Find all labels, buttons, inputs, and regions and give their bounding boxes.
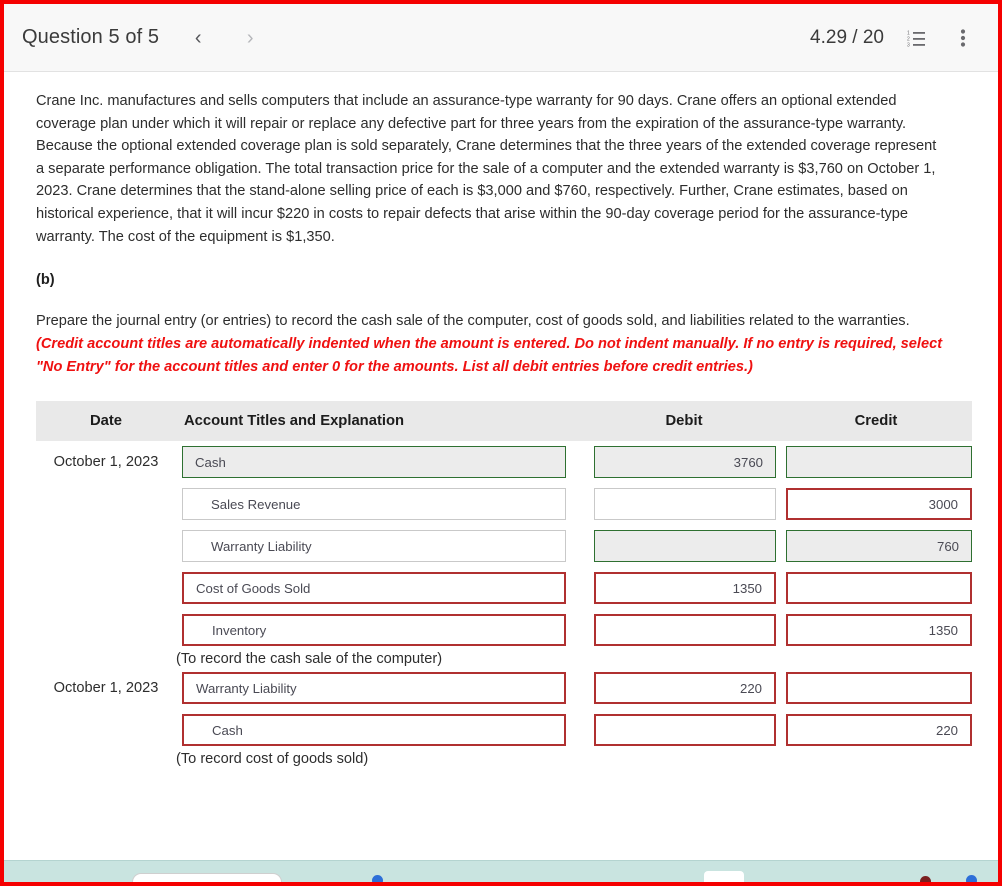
score-display: 4.29 / 20 <box>810 26 884 48</box>
journal-note-row: (To record the cash sale of the computer… <box>36 651 972 667</box>
credit-input[interactable] <box>786 446 972 479</box>
debit-input[interactable] <box>594 614 776 647</box>
credit-cell: 1350 <box>780 609 972 651</box>
requirement-instruction: (Credit account titles are automatically… <box>36 336 943 376</box>
account-title-select[interactable]: Warranty Liability <box>182 672 566 705</box>
entry-date <box>36 567 176 609</box>
debit-cell: 220 <box>588 667 780 709</box>
credit-cell <box>780 567 972 609</box>
strip-dot-maroon <box>920 876 931 882</box>
journal-table-head: Date Account Titles and Explanation Debi… <box>36 401 972 442</box>
debit-cell <box>588 709 780 751</box>
debit-cell <box>588 609 780 651</box>
credit-input[interactable]: 1350 <box>786 614 972 647</box>
account-title-select[interactable]: Inventory <box>182 614 566 647</box>
debit-cell <box>588 525 780 567</box>
journal-entry-row: Sales Revenue 3000 <box>36 483 972 525</box>
credit-cell: 3000 <box>780 483 972 525</box>
account-title-select[interactable]: Cost of Goods Sold <box>182 572 566 605</box>
journal-entry-row: October 1, 2023 Warranty Liability 220 <box>36 667 972 709</box>
entry-date <box>36 525 176 567</box>
account-cell: Cost of Goods Sold <box>176 567 588 609</box>
column-header-account: Account Titles and Explanation <box>176 401 588 442</box>
account-title-select[interactable]: Cash <box>182 446 566 479</box>
question-content: Crane Inc. manufactures and sells comput… <box>4 72 972 767</box>
column-header-date: Date <box>36 401 176 442</box>
strip-dot-blue-2 <box>966 875 977 882</box>
debit-input[interactable]: 3760 <box>594 446 776 479</box>
account-cell: Warranty Liability <box>176 667 588 709</box>
more-vertical-icon[interactable] <box>950 25 976 51</box>
header-right-group: 4.29 / 20 1 2 3 <box>810 25 976 51</box>
question-page: Question 5 of 5 ‹ › 4.29 / 20 1 2 3 Cran… <box>0 0 1002 886</box>
journal-entry-row: Warranty Liability 760 <box>36 525 972 567</box>
next-question-button[interactable]: › <box>233 21 267 55</box>
requirement-text: Prepare the journal entry (or entries) t… <box>36 310 944 379</box>
account-title-select[interactable]: Warranty Liability <box>182 530 566 563</box>
journal-entry-row: Inventory 1350 <box>36 609 972 651</box>
journal-entry-row: Cash 220 <box>36 709 972 751</box>
journal-entry-row: October 1, 2023 Cash 3760 <box>36 441 972 483</box>
credit-input[interactable]: 3000 <box>786 488 972 521</box>
bottom-overlay-strip <box>4 860 998 882</box>
note-date-spacer <box>36 651 176 667</box>
account-cell: Inventory <box>176 609 588 651</box>
entry-date <box>36 483 176 525</box>
entry-date: October 1, 2023 <box>53 680 159 697</box>
account-cell: Cash <box>176 441 588 483</box>
credit-input[interactable] <box>786 672 972 705</box>
journal-note: (To record cost of goods sold) <box>176 751 369 768</box>
debit-cell <box>588 483 780 525</box>
debit-input[interactable]: 1350 <box>594 572 776 605</box>
question-content-scroll[interactable]: Crane Inc. manufactures and sells comput… <box>4 72 998 882</box>
journal-note-row: (To record cost of goods sold) <box>36 751 972 767</box>
debit-cell: 3760 <box>588 441 780 483</box>
journal-entry-row: Cost of Goods Sold 1350 <box>36 567 972 609</box>
entry-date <box>36 609 176 651</box>
account-title-select[interactable]: Cash <box>182 714 566 747</box>
journal-note: (To record the cash sale of the computer… <box>176 651 443 668</box>
debit-input[interactable] <box>594 714 776 747</box>
entry-date <box>36 709 176 751</box>
account-cell: Sales Revenue <box>176 483 588 525</box>
credit-cell: 220 <box>780 709 972 751</box>
note-date-spacer <box>36 751 176 767</box>
debit-cell: 1350 <box>588 567 780 609</box>
page-title: Question 5 of 5 <box>22 26 160 48</box>
account-cell: Warranty Liability <box>176 525 588 567</box>
problem-statement: Crane Inc. manufactures and sells comput… <box>36 93 937 245</box>
credit-input[interactable] <box>786 572 972 605</box>
credit-cell <box>780 667 972 709</box>
strip-dot-blue <box>372 875 383 882</box>
column-header-debit: Debit <box>588 401 780 442</box>
journal-header-row: Date Account Titles and Explanation Debi… <box>36 401 972 442</box>
strip-pill <box>132 873 282 882</box>
credit-cell: 760 <box>780 525 972 567</box>
debit-input[interactable] <box>594 488 776 521</box>
column-header-credit: Credit <box>780 401 972 442</box>
journal-entry-table: Date Account Titles and Explanation Debi… <box>36 401 972 767</box>
debit-input[interactable]: 220 <box>594 672 776 705</box>
credit-input[interactable]: 760 <box>786 530 972 563</box>
question-header-bar: Question 5 of 5 ‹ › 4.29 / 20 1 2 3 <box>4 4 998 72</box>
strip-card <box>704 871 744 882</box>
account-title-select[interactable]: Sales Revenue <box>182 488 566 521</box>
part-label: (b) <box>36 272 55 289</box>
previous-question-button[interactable]: ‹ <box>181 21 215 55</box>
credit-input[interactable]: 220 <box>786 714 972 747</box>
credit-cell <box>780 441 972 483</box>
entry-date: October 1, 2023 <box>53 454 159 471</box>
svg-text:3: 3 <box>907 42 910 47</box>
journal-table-body: October 1, 2023 Cash 3760 Sales Revenue 3000… <box>36 441 972 767</box>
debit-input[interactable] <box>594 530 776 563</box>
requirement-lead: Prepare the journal entry (or entries) t… <box>36 313 910 330</box>
account-cell: Cash <box>176 709 588 751</box>
numbered-list-icon[interactable]: 1 2 3 <box>904 25 930 51</box>
